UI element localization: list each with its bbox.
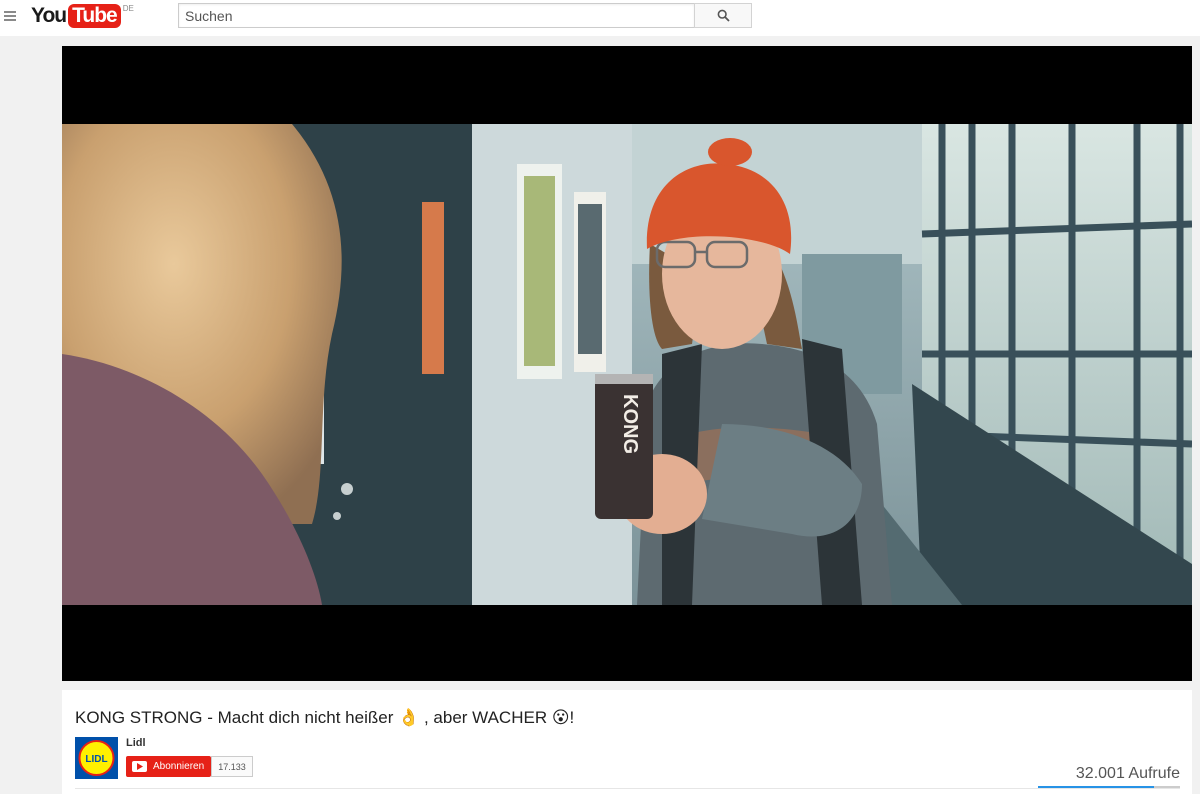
guide-menu-icon[interactable] bbox=[4, 9, 18, 23]
divider bbox=[75, 788, 1180, 789]
lidl-logo-text: LIDL bbox=[85, 754, 107, 765]
subscriber-count: 17.133 bbox=[211, 756, 253, 777]
youtube-logo[interactable]: You Tube DE bbox=[31, 2, 134, 30]
video-info-panel: KONG STRONG - Macht dich nicht heißer 👌 … bbox=[62, 690, 1192, 794]
video-title: KONG STRONG - Macht dich nicht heißer 👌 … bbox=[75, 708, 575, 727]
channel-name[interactable]: Lidl bbox=[126, 737, 146, 749]
youtube-play-icon bbox=[132, 761, 147, 772]
search-bar bbox=[178, 3, 752, 28]
search-input[interactable] bbox=[178, 3, 694, 28]
logo-you-text: You bbox=[31, 4, 67, 27]
can-label: KONG bbox=[619, 394, 641, 454]
search-icon bbox=[717, 9, 730, 22]
subscribe-label: Abonnieren bbox=[153, 761, 205, 772]
video-frame: KONG bbox=[62, 124, 1192, 605]
logo-region: DE bbox=[122, 4, 134, 13]
logo-tube-text: Tube bbox=[68, 4, 121, 28]
view-count: 32.001 Aufrufe bbox=[1075, 765, 1180, 782]
masthead: You Tube DE bbox=[0, 0, 1200, 36]
search-button[interactable] bbox=[694, 3, 752, 28]
subscribe-button[interactable]: Abonnieren bbox=[126, 756, 211, 777]
video-player[interactable]: KONG bbox=[62, 46, 1192, 681]
channel-avatar[interactable]: LIDL bbox=[75, 737, 118, 779]
video-scene-image: KONG bbox=[62, 124, 1192, 605]
lidl-logo-icon: LIDL bbox=[75, 737, 118, 779]
